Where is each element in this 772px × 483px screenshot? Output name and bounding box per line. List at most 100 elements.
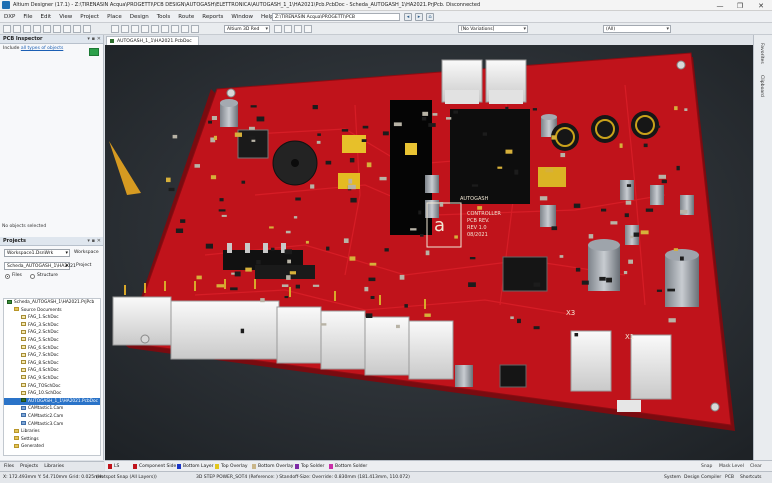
smd-part — [349, 158, 355, 163]
menu-design[interactable]: Design — [126, 14, 153, 20]
layer-tab-bottom-overlay[interactable]: Bottom Overlay — [252, 463, 293, 470]
menu-reports[interactable]: Reports — [198, 14, 227, 20]
document-path-field[interactable]: Z:\TIRENASIN Acqua\PROGETTI\PCB — [272, 13, 400, 21]
deselect-icon[interactable] — [131, 25, 139, 33]
files-radio[interactable] — [5, 274, 10, 279]
home-icon[interactable]: ⌂ — [426, 13, 434, 21]
save-icon[interactable] — [23, 25, 31, 33]
new-file-icon[interactable] — [3, 25, 11, 33]
status-pcb[interactable]: PCB — [725, 474, 734, 482]
menu-file[interactable]: File — [19, 14, 36, 20]
tree-item[interactable]: Scheda_AUTOGASH_1\HA2021.PrjPcb — [4, 299, 100, 307]
tree-item[interactable]: FAG_3.SchDoc — [4, 322, 100, 330]
layer-tab-bottom-solder[interactable]: Bottom Solder — [329, 463, 367, 470]
minimize-button[interactable]: — — [710, 0, 730, 11]
rule-icon[interactable] — [294, 25, 302, 33]
forward-icon[interactable]: ▸ — [415, 13, 423, 21]
tree-item[interactable]: FAG_4.SchDoc — [4, 367, 100, 375]
pcb-3d-canvas[interactable]: a CONTROLLER PCB REV. REV 1.0 AUTOGASH 0… — [105, 45, 753, 460]
clipboard-tab[interactable]: Clipboard — [759, 75, 764, 97]
layer-icon[interactable] — [274, 25, 282, 33]
tree-item[interactable]: Source Documents — [4, 307, 100, 315]
tab-libraries[interactable]: Libraries — [44, 464, 64, 469]
mask-level-toggle[interactable]: Mask Level — [719, 463, 744, 470]
print-icon[interactable] — [33, 25, 41, 33]
document-tab[interactable]: AUTOGASH_1_1\HA2021.PcbDoc — [106, 36, 199, 45]
redo-icon[interactable] — [161, 25, 169, 33]
tree-item[interactable]: CAMtastic1.Cam — [4, 405, 100, 413]
structure-radio[interactable] — [30, 274, 35, 279]
menu-view[interactable]: View — [55, 14, 76, 20]
grid-icon[interactable] — [181, 25, 189, 33]
menu-window[interactable]: Window — [227, 14, 257, 20]
layer-tab-component-side[interactable]: Component Side — [133, 463, 176, 470]
layer-tab-top-solder[interactable]: Top Solder — [295, 463, 324, 470]
tree-item[interactable]: FAG_9.SchDoc — [4, 375, 100, 383]
layer-tab-bottom-layer[interactable]: Bottom Layer — [177, 463, 213, 470]
project-button[interactable]: Project — [76, 262, 91, 270]
tree-item[interactable]: AUTOGASH_1_1\HA2021.PcbDoc — [4, 397, 100, 406]
close-button[interactable]: ✕ — [750, 0, 772, 11]
view-3d-icon[interactable] — [191, 25, 199, 33]
paste-icon[interactable] — [83, 25, 91, 33]
tree-item[interactable]: FAG_10.SchDoc — [4, 390, 100, 398]
tab-files[interactable]: Files — [4, 464, 14, 469]
menu-route[interactable]: Route — [174, 14, 198, 20]
include-types-link[interactable]: all types of objects — [21, 46, 64, 51]
move-icon[interactable] — [121, 25, 129, 33]
inspector-options-icon[interactable] — [89, 48, 99, 56]
layer-tab-ls[interactable]: LS — [108, 463, 119, 470]
variant-select[interactable]: [No Variations] — [458, 25, 528, 33]
measure-icon[interactable] — [284, 25, 292, 33]
status-design-compiler[interactable]: Design Compiler — [684, 474, 721, 482]
workspace-select[interactable]: Workspace1.DsnWrk — [4, 249, 70, 257]
panel-menu-icons[interactable]: ▾ ▪ ✕ — [87, 237, 101, 246]
tree-item[interactable]: FAG_1.SchDoc — [4, 314, 100, 322]
workspace-button[interactable]: Workspace — [74, 249, 99, 257]
tree-item[interactable]: FAG_6.SchDoc — [4, 345, 100, 353]
favorites-tab[interactable]: Favorites — [759, 43, 764, 64]
menu-edit[interactable]: Edit — [37, 14, 56, 20]
layer-tab-top-overlay[interactable]: Top Overlay — [215, 463, 248, 470]
pcb-3d-view[interactable]: a CONTROLLER PCB REV. REV 1.0 AUTOGASH 0… — [105, 45, 753, 460]
clear-button[interactable]: Clear — [750, 463, 762, 470]
zoom-icon[interactable] — [43, 25, 51, 33]
status-system[interactable]: System — [664, 474, 681, 482]
undo-icon[interactable] — [151, 25, 159, 33]
zoom-area-icon[interactable] — [53, 25, 61, 33]
tree-item[interactable]: Settings — [4, 436, 100, 444]
drc-icon[interactable] — [304, 25, 312, 33]
clear-icon[interactable] — [141, 25, 149, 33]
menu-dxp[interactable]: DXP — [0, 14, 19, 20]
cross-probe-icon[interactable] — [171, 25, 179, 33]
tree-item[interactable]: FAG_2.SchDoc — [4, 329, 100, 337]
menu-project[interactable]: Project — [76, 14, 103, 20]
cut-icon[interactable] — [63, 25, 71, 33]
view-config-select[interactable]: Altium 3D Red — [224, 25, 270, 33]
maximize-button[interactable]: ❐ — [730, 0, 750, 11]
tree-item[interactable]: Libraries — [4, 428, 100, 436]
tree-item[interactable]: CAMtastic3.Cam — [4, 421, 100, 429]
tree-item[interactable]: FAG_TOSchDoc — [4, 383, 100, 391]
tab-projects[interactable]: Projects — [20, 464, 38, 469]
project-tree[interactable]: Scheda_AUTOGASH_1\HA2021.PrjPcb Source Do… — [3, 298, 101, 456]
tree-item[interactable]: FAG_7.SchDoc — [4, 352, 100, 360]
back-icon[interactable]: ◂ — [404, 13, 412, 21]
status-shortcuts[interactable]: Shortcuts — [740, 474, 762, 482]
select-icon[interactable] — [111, 25, 119, 33]
copy-icon[interactable] — [73, 25, 81, 33]
tree-item-label: CAMtastic2.Cam — [28, 413, 64, 419]
tree-item[interactable]: CAMtastic2.Cam — [4, 413, 100, 421]
filter-select[interactable]: (All) — [603, 25, 671, 33]
menu-place[interactable]: Place — [103, 14, 126, 20]
tree-item[interactable]: FAG_5.SchDoc — [4, 337, 100, 345]
open-file-icon[interactable] — [13, 25, 21, 33]
snap-toggle[interactable]: Snap — [701, 463, 712, 470]
smd-part — [573, 203, 581, 208]
tree-item[interactable]: FAG_8.SchDoc — [4, 360, 100, 368]
project-field[interactable]: Scheda_AUTOGASH_1\HA2021 — [4, 262, 76, 270]
project-row: Scheda_AUTOGASH_1\HA2021 Project — [0, 261, 103, 272]
menu-tools[interactable]: Tools — [153, 14, 175, 20]
panel-menu-icons[interactable]: ▾ ▪ ✕ — [87, 35, 101, 44]
tree-item[interactable]: Generated — [4, 443, 100, 451]
